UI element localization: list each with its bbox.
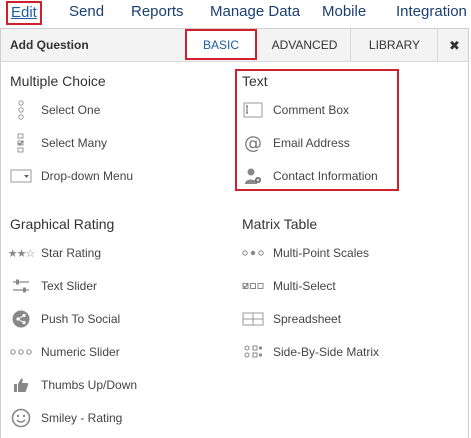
radio-row-icon (242, 242, 264, 264)
slider-icon (10, 275, 32, 297)
nav-manage-data[interactable]: Manage Data (210, 3, 300, 21)
smiley-icon (10, 407, 32, 429)
panel-title: Add Question (10, 38, 89, 52)
at-sign-icon: @ (244, 132, 262, 154)
question-type-dropdown-menu[interactable]: Drop-down Menu (10, 165, 133, 187)
checkbox-row-icon (242, 275, 264, 297)
tab-library[interactable]: LIBRARY (352, 29, 438, 62)
question-type-label: Select Many (41, 136, 108, 150)
section-title-graphical-rating: Graphical Rating (10, 216, 115, 232)
question-type-select-one[interactable]: Select One (10, 99, 100, 121)
question-type-select-many[interactable]: Select Many (10, 132, 107, 154)
question-type-email-address[interactable]: @ Email Address (242, 132, 350, 154)
dots-scale-icon (10, 341, 32, 363)
nav-integration[interactable]: Integration (396, 3, 467, 21)
tab-advanced[interactable]: ADVANCED (259, 29, 351, 62)
question-type-label: Star Rating (41, 246, 102, 260)
nav-reports[interactable]: Reports (131, 3, 184, 21)
close-button[interactable]: ✖ (441, 29, 468, 62)
section-title-text: Text (242, 73, 268, 89)
question-type-side-by-side-matrix[interactable]: Side-By-Side Matrix (242, 341, 379, 363)
question-type-label: Smiley - Rating (41, 411, 123, 425)
question-type-label: Select One (41, 103, 101, 117)
nav-edit[interactable]: Edit (6, 1, 42, 25)
question-type-smiley-rating[interactable]: Smiley - Rating (10, 407, 122, 429)
comment-box-icon (242, 99, 264, 121)
side-by-side-icon (242, 341, 264, 363)
question-type-star-rating[interactable]: ★★☆ Star Rating (7, 242, 102, 264)
question-type-label: Comment Box (273, 103, 350, 117)
question-type-label: Side-By-Side Matrix (273, 345, 380, 359)
question-type-thumbs-up-down[interactable]: Thumbs Up/Down (10, 374, 137, 396)
question-type-label: Thumbs Up/Down (41, 378, 138, 392)
spreadsheet-icon (242, 308, 264, 330)
question-type-multi-select[interactable]: Multi-Select (242, 275, 336, 297)
question-type-spreadsheet[interactable]: Spreadsheet (242, 308, 341, 330)
nav-mobile[interactable]: Mobile (322, 3, 366, 21)
question-type-push-to-social[interactable]: Push To Social (10, 308, 120, 330)
question-type-text-slider[interactable]: Text Slider (10, 275, 97, 297)
thumbs-up-icon (10, 374, 32, 396)
contact-person-icon (242, 165, 264, 187)
panel-header: Add Question BASIC ADVANCED LIBRARY ✖ (1, 29, 468, 62)
tab-basic[interactable]: BASIC (185, 29, 257, 60)
question-type-label: Multi-Select (273, 279, 336, 293)
question-type-multi-point-scales[interactable]: Multi-Point Scales (242, 242, 369, 264)
radio-list-icon (10, 99, 32, 121)
section-title-multiple-choice: Multiple Choice (10, 73, 106, 89)
question-type-numeric-slider[interactable]: Numeric Slider (10, 341, 120, 363)
top-nav: Edit Send Reports Manage Data Mobile Int… (0, 0, 471, 28)
question-type-label: Spreadsheet (273, 312, 342, 326)
section-title-matrix-table: Matrix Table (242, 216, 318, 232)
question-type-contact-information[interactable]: Contact Information (242, 165, 378, 187)
question-type-label: Push To Social (41, 312, 121, 326)
question-type-label: Drop-down Menu (41, 169, 134, 183)
share-icon (10, 308, 32, 330)
question-type-label: Numeric Slider (41, 345, 120, 359)
question-type-label: Contact Information (273, 169, 378, 183)
question-type-label: Multi-Point Scales (273, 246, 370, 260)
dropdown-icon (10, 165, 32, 187)
question-type-label: Email Address (273, 136, 350, 150)
question-type-label: Text Slider (41, 279, 98, 293)
nav-send[interactable]: Send (69, 3, 104, 21)
checkbox-list-icon (10, 132, 32, 154)
question-type-comment-box[interactable]: Comment Box (242, 99, 349, 121)
stars-icon: ★★☆ (7, 247, 36, 260)
